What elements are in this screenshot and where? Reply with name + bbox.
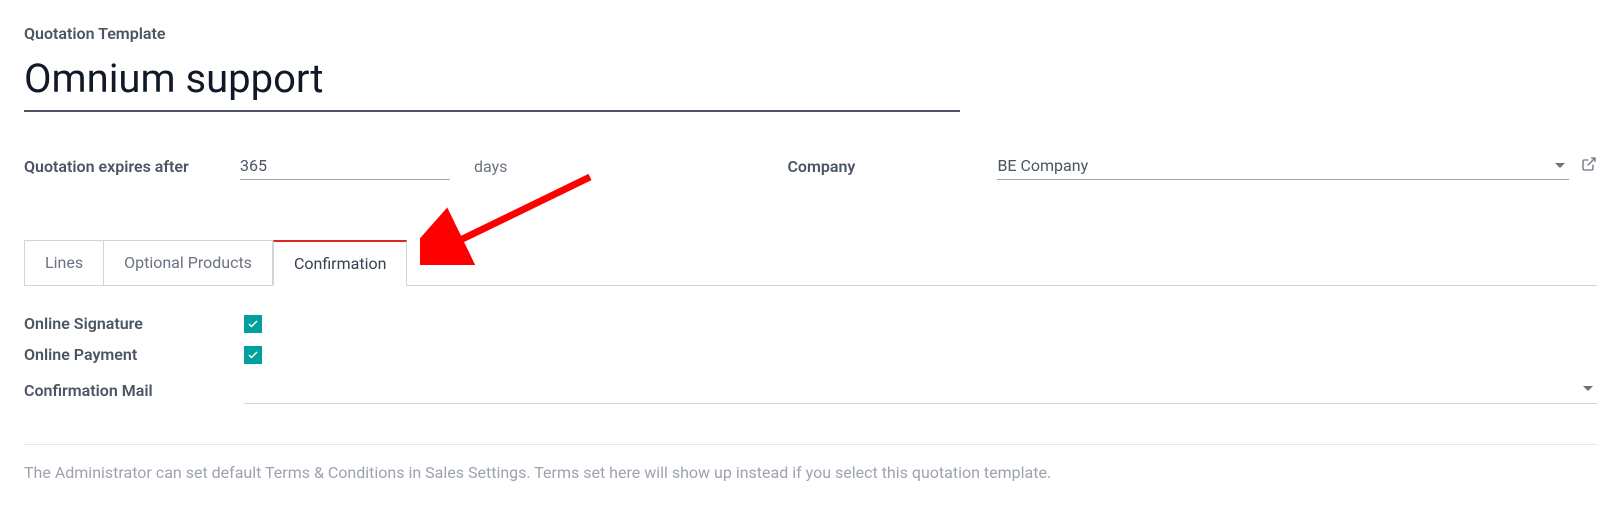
company-field-group: Company <box>787 152 1597 180</box>
expires-input[interactable] <box>240 152 450 180</box>
expires-label: Quotation expires after <box>24 157 224 176</box>
online-payment-checkbox[interactable] <box>244 346 262 364</box>
confirmation-mail-select[interactable] <box>244 376 1597 404</box>
online-signature-label: Online Signature <box>24 314 244 333</box>
company-label: Company <box>787 157 997 176</box>
online-signature-checkbox[interactable] <box>244 315 262 333</box>
online-payment-row: Online Payment <box>24 345 1597 364</box>
online-payment-label: Online Payment <box>24 345 244 364</box>
online-signature-row: Online Signature <box>24 314 1597 333</box>
check-icon <box>247 318 259 330</box>
chevron-down-icon <box>1583 386 1593 391</box>
tabs-container: Lines Optional Products Confirmation <box>24 240 1597 286</box>
expires-field-group: Quotation expires after days <box>24 152 507 180</box>
expires-unit: days <box>474 157 507 176</box>
company-input[interactable] <box>997 152 1569 179</box>
terms-area[interactable]: The Administrator can set default Terms … <box>24 444 1597 482</box>
tab-confirmation[interactable]: Confirmation <box>273 240 407 286</box>
chevron-down-icon <box>1555 163 1565 168</box>
form-label: Quotation Template <box>24 24 1597 43</box>
form-header: Quotation Template <box>24 24 1597 112</box>
fields-row: Quotation expires after days Company <box>24 152 1597 180</box>
terms-placeholder: The Administrator can set default Terms … <box>24 463 1597 482</box>
confirmation-mail-row: Confirmation Mail <box>24 376 1597 404</box>
external-link-icon[interactable] <box>1581 156 1597 176</box>
title-input[interactable] <box>24 51 960 112</box>
tab-content-confirmation: Online Signature Online Payment Confirma… <box>24 314 1597 404</box>
company-select[interactable] <box>997 152 1569 180</box>
tab-lines[interactable]: Lines <box>24 240 104 286</box>
tab-optional-products[interactable]: Optional Products <box>104 240 273 286</box>
confirmation-mail-label: Confirmation Mail <box>24 381 244 400</box>
check-icon <box>247 349 259 361</box>
